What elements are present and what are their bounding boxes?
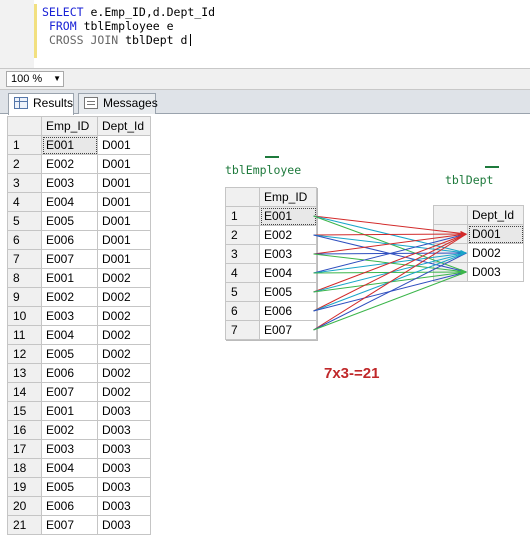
- join-line: [313, 271, 467, 331]
- join-line: [313, 233, 467, 331]
- join-line: [313, 233, 467, 255]
- formula-annotation: 7x3-=21: [324, 365, 380, 382]
- join-line: [313, 215, 467, 235]
- arrowhead-icon: [460, 269, 467, 275]
- join-line: [313, 252, 467, 331]
- join-lines: [313, 215, 467, 331]
- join-line: [313, 233, 467, 293]
- join-line: [313, 233, 467, 236]
- arrowhead-icon: [460, 250, 467, 256]
